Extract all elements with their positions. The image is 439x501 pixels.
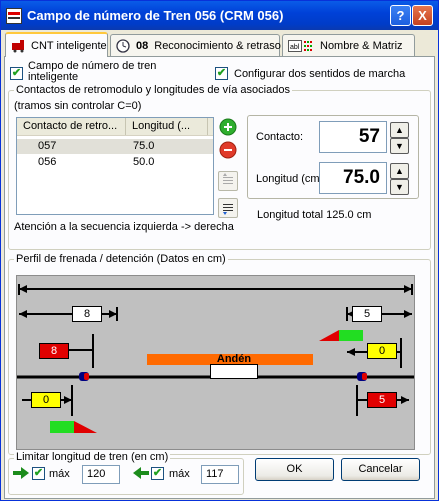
train-box: [210, 364, 258, 379]
left-yellow-brake-box[interactable]: 0: [31, 392, 61, 408]
dos-sentidos-label: Configurar dos sentidos de marcha: [234, 68, 406, 80]
train-icon: [11, 39, 27, 53]
right-yellow-brake-box[interactable]: 0: [367, 343, 397, 359]
limitar-legend: Limitar longitud de tren (en cm): [14, 451, 171, 463]
title-bar[interactable]: Campo de número de Tren 056 (CRM 056) ? …: [1, 1, 438, 30]
secuencia-warning: Atención a la secuencia izquierda -> der…: [14, 221, 234, 233]
move-up-icon[interactable]: [218, 171, 238, 191]
contacto-label: Contacto:: [256, 131, 304, 143]
perfil-legend: Perfil de frenada / detención (Datos en …: [14, 253, 228, 265]
right-distance-box[interactable]: 5: [352, 306, 382, 322]
dialog-window: Campo de número de Tren 056 (CRM 056) ? …: [0, 0, 439, 501]
table-row[interactable]: 056 50.0: [17, 155, 213, 170]
longitud-spin-down-icon[interactable]: ▼: [390, 179, 409, 195]
move-down-icon[interactable]: [218, 198, 238, 218]
limitar-right-input[interactable]: 117: [201, 465, 239, 484]
cell-contacto: 057: [38, 140, 57, 152]
tab-reconocimiento[interactable]: 08 Reconocimiento & retraso: [110, 34, 281, 56]
close-button[interactable]: X: [412, 5, 433, 26]
longitud-spin-up-icon[interactable]: ▲: [390, 163, 409, 179]
cell-longitud: 50.0: [133, 156, 155, 168]
tab-badge: 08: [136, 39, 149, 52]
add-contact-icon[interactable]: [219, 118, 237, 136]
contactos-legend: Contactos de retromodulo y longitudes de…: [14, 84, 292, 96]
limitar-left-checkbox[interactable]: ✔: [32, 467, 45, 480]
arrow-right-icon: [13, 467, 29, 479]
cnt-inteligente-checkbox[interactable]: ✔: [10, 67, 23, 80]
help-button[interactable]: ?: [390, 5, 411, 26]
limitar-right-label: máx: [169, 468, 190, 480]
column-header-contacto[interactable]: Contacto de retro...: [17, 118, 126, 135]
cell-contacto: 056: [38, 156, 57, 168]
longitud-total: Longitud total 125.0 cm: [257, 209, 372, 221]
cancel-button[interactable]: Cancelar: [341, 458, 420, 481]
limitar-right-checkbox[interactable]: ✔: [151, 467, 164, 480]
contacto-input[interactable]: 57: [319, 121, 387, 153]
ok-button[interactable]: OK: [255, 458, 334, 481]
table-row[interactable]: 057 75.0: [17, 139, 213, 154]
anden-label: Andén: [216, 353, 252, 365]
remove-contact-icon[interactable]: [219, 141, 237, 159]
tab-label: Nombre & Matriz: [320, 39, 403, 52]
tab-cnt-inteligente[interactable]: CNT inteligente: [5, 32, 108, 57]
contacto-spin-up-icon[interactable]: ▲: [390, 122, 409, 138]
left-distance-box[interactable]: 8: [72, 306, 102, 322]
limitar-left-input[interactable]: 120: [82, 465, 120, 484]
arrow-left-icon: [133, 467, 149, 479]
tab-strip: CNT inteligente 08 Reconocimiento & retr…: [3, 32, 436, 57]
list-header: Contacto de retro... Longitud (...: [17, 118, 213, 136]
cell-longitud: 75.0: [133, 140, 155, 152]
contactos-note: (tramos sin controlar C=0): [14, 100, 142, 112]
tab-nombre-matriz[interactable]: abl Nombre & Matriz: [282, 34, 415, 56]
window-title: Campo de número de Tren 056 (CRM 056): [27, 8, 284, 23]
app-icon: [6, 8, 22, 24]
svg-text:abl: abl: [290, 44, 300, 51]
contactos-list[interactable]: Contacto de retro... Longitud (... 057 7…: [16, 117, 214, 215]
limitar-left-label: máx: [49, 468, 70, 480]
right-red-stop-box[interactable]: 5: [367, 392, 397, 408]
tab-label: Reconocimiento & retraso: [154, 39, 281, 52]
cnt-inteligente-label: Campo de número de tren inteligente: [28, 61, 157, 83]
brake-profile-diagram: 8 5 8 0 Andén 0 5: [16, 275, 415, 450]
dos-sentidos-checkbox[interactable]: ✔: [215, 67, 228, 80]
left-red-stop-box[interactable]: 8: [39, 343, 69, 359]
clock-icon: [116, 38, 132, 53]
longitud-input[interactable]: 75.0: [319, 162, 387, 194]
tab-label: CNT inteligente: [31, 39, 107, 52]
text-icon: abl: [288, 39, 316, 53]
column-header-longitud[interactable]: Longitud (...: [126, 118, 208, 135]
longitud-label: Longitud (cm):: [256, 173, 327, 185]
contacto-spin-down-icon[interactable]: ▼: [390, 138, 409, 154]
